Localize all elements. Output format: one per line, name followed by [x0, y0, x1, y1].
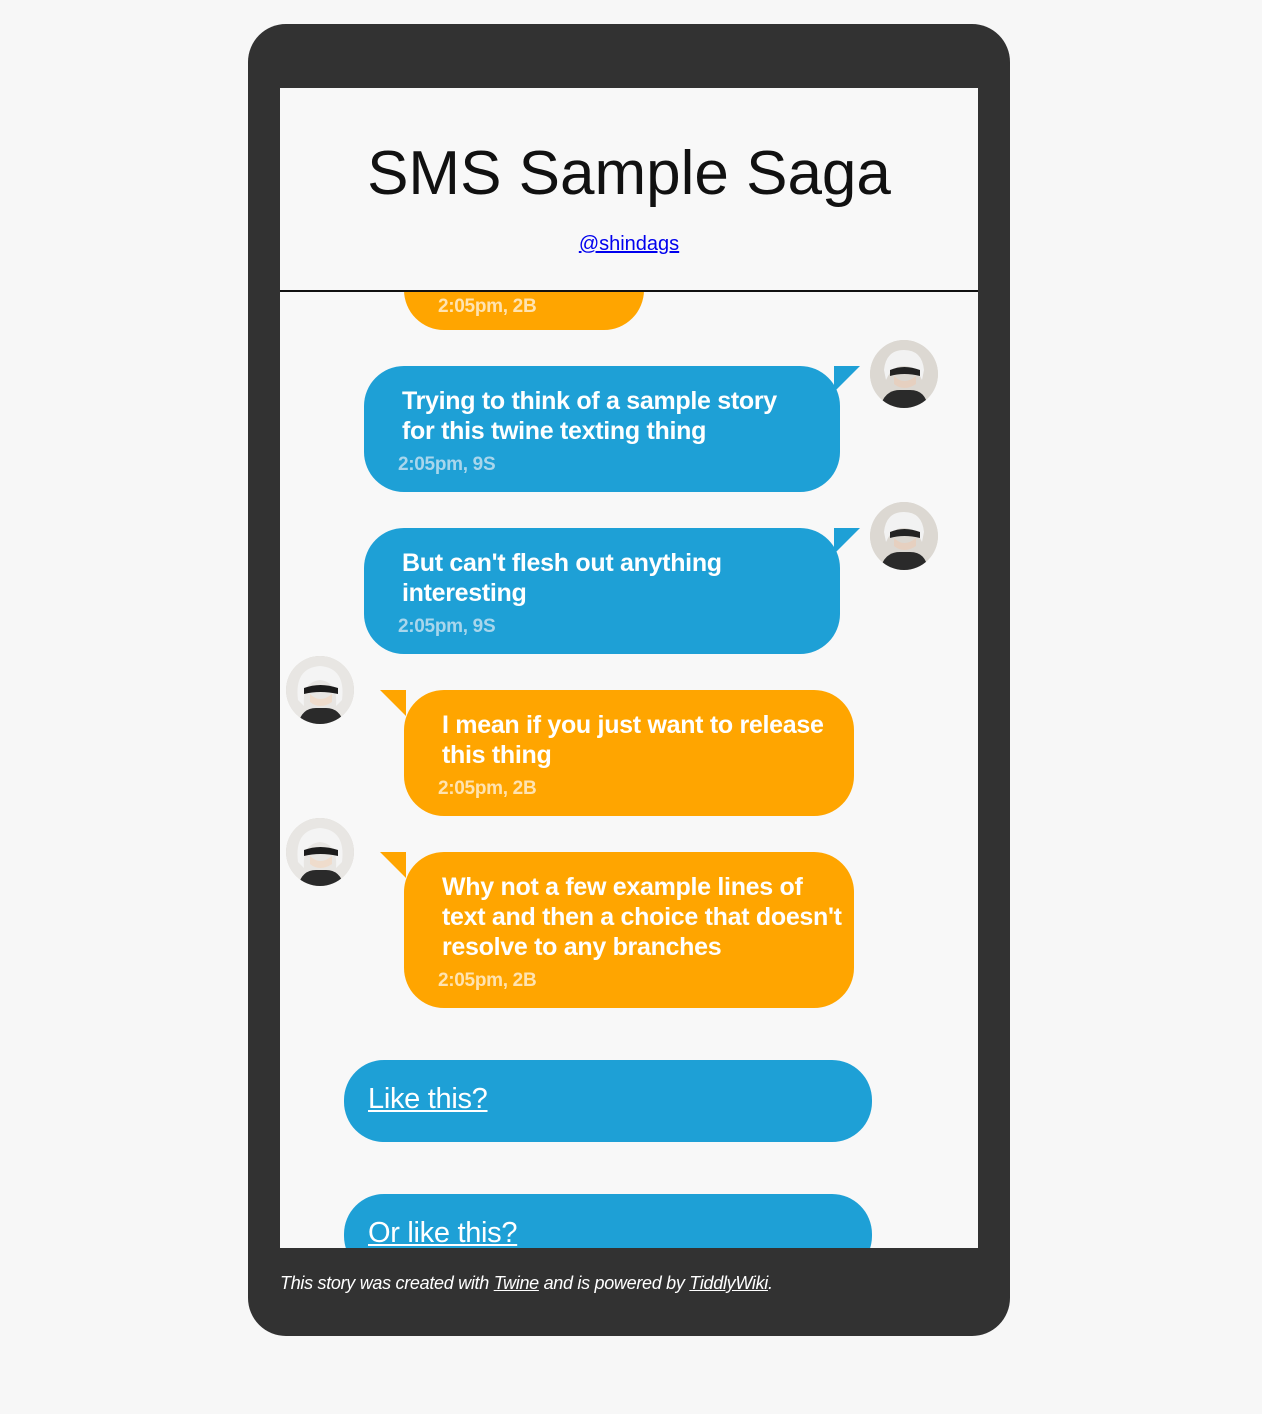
- story-header: SMS Sample Saga @shindags: [280, 88, 978, 292]
- chat-screen[interactable]: SMS Sample Saga @shindags 2:05pm, 2B Try…: [280, 88, 978, 1248]
- tiddlywiki-link[interactable]: TiddlyWiki: [689, 1273, 768, 1293]
- message-meta: 2:05pm, 9S: [398, 616, 496, 637]
- message-bubble-9s: Trying to think of a sample story for th…: [364, 366, 840, 492]
- message-text: Trying to think of a sample story for th…: [402, 387, 777, 445]
- bubble-tail: [380, 690, 406, 716]
- message-bubble-2b: Why not a few example lines of text and …: [404, 852, 854, 1008]
- message-bubble-2b: I mean if you just want to release this …: [404, 690, 854, 816]
- bubble-tail: [380, 852, 406, 878]
- choice-link[interactable]: Or like this?: [368, 1216, 518, 1248]
- page-title: SMS Sample Saga: [367, 139, 891, 208]
- footer-credit: This story was created with Twine and is…: [280, 1272, 773, 1294]
- avatar-9s-icon: [870, 502, 938, 570]
- phone-frame: SMS Sample Saga @shindags 2:05pm, 2B Try…: [248, 24, 1010, 1336]
- message-bubble-9s: But can't flesh out anything interesting…: [364, 528, 840, 654]
- bubble-tail: [834, 528, 860, 554]
- bubble-tail: [834, 366, 860, 392]
- author-link[interactable]: @shindags: [579, 233, 679, 255]
- author-line: @shindags: [280, 232, 978, 256]
- message-meta: 2:05pm, 2B: [438, 296, 537, 317]
- choice-link[interactable]: Like this?: [368, 1082, 488, 1116]
- choice-button[interactable]: Like this?: [344, 1060, 872, 1142]
- avatar-9s-icon: [870, 340, 938, 408]
- message-meta: 2:05pm, 2B: [438, 970, 537, 991]
- choice-button[interactable]: Or like this?: [344, 1194, 872, 1248]
- message-text: But can't flesh out anything interesting: [402, 549, 722, 607]
- message-text: Why not a few example lines of text and …: [442, 873, 842, 961]
- footer-suffix: .: [767, 1273, 773, 1293]
- avatar-2b-icon: [286, 818, 354, 886]
- footer-middle: and is powered by: [538, 1273, 690, 1293]
- message-meta: 2:05pm, 2B: [438, 778, 537, 799]
- message-text: I mean if you just want to release this …: [442, 711, 824, 769]
- message-meta: 2:05pm, 9S: [398, 454, 496, 475]
- twine-link[interactable]: Twine: [494, 1273, 539, 1293]
- avatar-2b-icon: [286, 656, 354, 724]
- footer-prefix: This story was created with: [280, 1273, 494, 1293]
